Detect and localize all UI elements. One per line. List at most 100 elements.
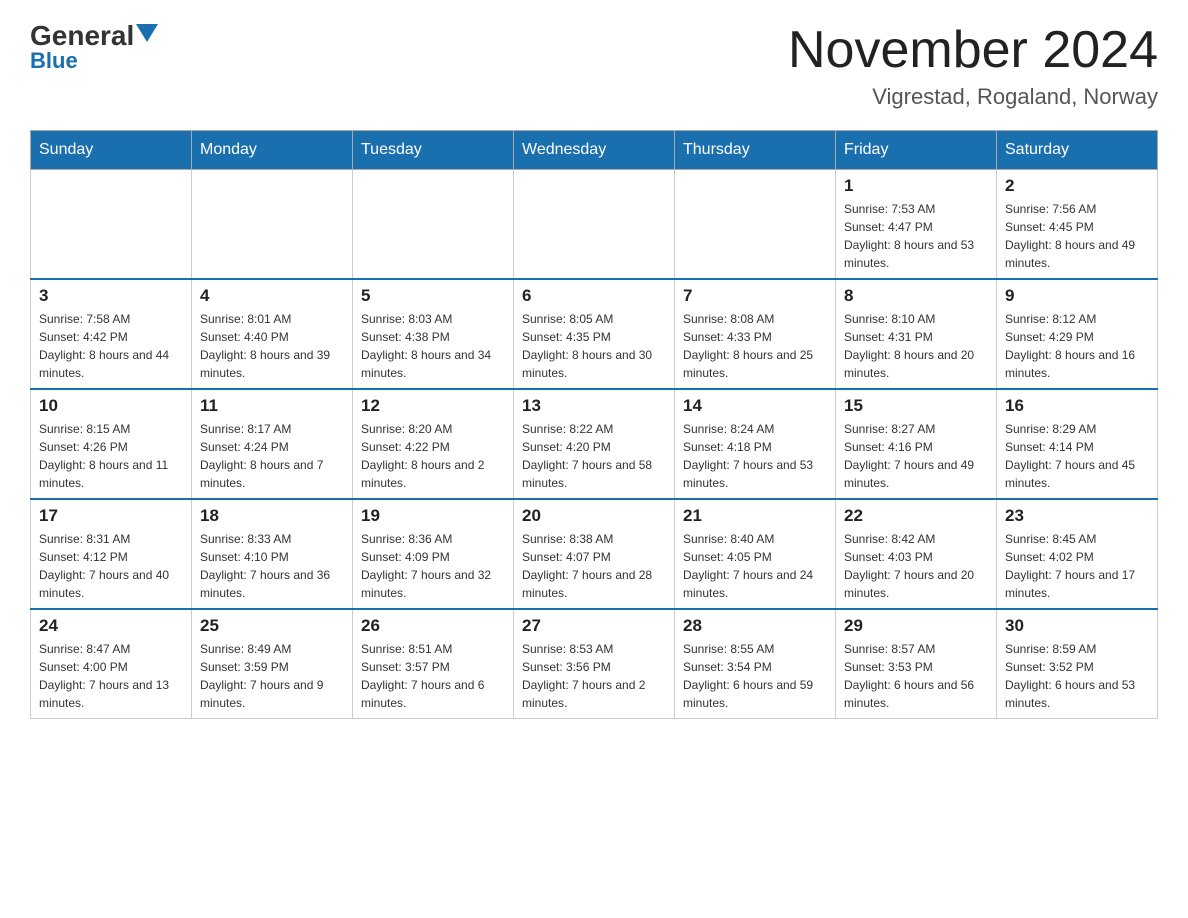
calendar-cell: 21 Sunrise: 8:40 AM Sunset: 4:05 PM Dayli… [675, 499, 836, 609]
day-info: Sunrise: 8:20 AM Sunset: 4:22 PM Dayligh… [361, 420, 505, 492]
day-info: Sunrise: 7:56 AM Sunset: 4:45 PM Dayligh… [1005, 200, 1149, 272]
day-info: Sunrise: 8:12 AM Sunset: 4:29 PM Dayligh… [1005, 310, 1149, 382]
calendar-cell: 1 Sunrise: 7:53 AM Sunset: 4:47 PM Daylig… [836, 170, 997, 280]
col-sunday: Sunday [31, 131, 192, 170]
day-info: Sunrise: 8:17 AM Sunset: 4:24 PM Dayligh… [200, 420, 344, 492]
day-info: Sunrise: 8:15 AM Sunset: 4:26 PM Dayligh… [39, 420, 183, 492]
logo-text-blue: Blue [30, 48, 78, 74]
calendar-title: November 2024 [788, 20, 1158, 80]
calendar-cell: 18Sunrise: 8:33 AM Sunset: 4:10 PM Dayli… [192, 499, 353, 609]
calendar-cell: 6Sunrise: 8:05 AM Sunset: 4:35 PM Daylig… [514, 279, 675, 389]
calendar-cell: 22 Sunrise: 8:42 AM Sunset: 4:03 PM Dayli… [836, 499, 997, 609]
day-number: 5 [361, 286, 505, 306]
calendar-subtitle: Vigrestad, Rogaland, Norway [788, 84, 1158, 110]
day-info: Sunrise: 8:29 AM Sunset: 4:14 PM Dayligh… [1005, 420, 1149, 492]
day-number: 23 [1005, 506, 1149, 526]
calendar-cell: 20 Sunrise: 8:38 AM Sunset: 4:07 PM Dayli… [514, 499, 675, 609]
calendar-cell: 29 Sunrise: 8:57 AM Sunset: 3:53 PM Dayli… [836, 609, 997, 719]
calendar-cell: 25 Sunrise: 8:49 AM Sunset: 3:59 PM Dayli… [192, 609, 353, 719]
day-number: 4 [200, 286, 344, 306]
day-number: 19 [361, 506, 505, 526]
calendar-cell: 13Sunrise: 8:22 AM Sunset: 4:20 PM Dayli… [514, 389, 675, 499]
page-header: General Blue November 2024 Vigrestad, Ro… [30, 20, 1158, 110]
day-number: 13 [522, 396, 666, 416]
day-number: 29 [844, 616, 988, 636]
calendar-cell: 16 Sunrise: 8:29 AM Sunset: 4:14 PM Dayli… [997, 389, 1158, 499]
day-number: 9 [1005, 286, 1149, 306]
day-info: Sunrise: 8:36 AM Sunset: 4:09 PM Dayligh… [361, 530, 505, 602]
calendar-cell: 7Sunrise: 8:08 AM Sunset: 4:33 PM Daylig… [675, 279, 836, 389]
day-number: 10 [39, 396, 183, 416]
calendar-cell: 3 Sunrise: 7:58 AM Sunset: 4:42 PM Daylig… [31, 279, 192, 389]
day-info: Sunrise: 8:47 AM Sunset: 4:00 PM Dayligh… [39, 640, 183, 712]
calendar-cell: 8 Sunrise: 8:10 AM Sunset: 4:31 PM Daylig… [836, 279, 997, 389]
day-number: 21 [683, 506, 827, 526]
day-info: Sunrise: 8:24 AM Sunset: 4:18 PM Dayligh… [683, 420, 827, 492]
col-saturday: Saturday [997, 131, 1158, 170]
day-number: 14 [683, 396, 827, 416]
day-info: Sunrise: 8:08 AM Sunset: 4:33 PM Dayligh… [683, 310, 827, 382]
col-wednesday: Wednesday [514, 131, 675, 170]
col-tuesday: Tuesday [353, 131, 514, 170]
day-number: 16 [1005, 396, 1149, 416]
day-info: Sunrise: 7:58 AM Sunset: 4:42 PM Dayligh… [39, 310, 183, 382]
day-number: 12 [361, 396, 505, 416]
day-info: Sunrise: 8:03 AM Sunset: 4:38 PM Dayligh… [361, 310, 505, 382]
calendar-cell: 12 Sunrise: 8:20 AM Sunset: 4:22 PM Dayli… [353, 389, 514, 499]
logo-triangle-icon [136, 24, 158, 46]
col-friday: Friday [836, 131, 997, 170]
day-number: 20 [522, 506, 666, 526]
calendar-cell: 30 Sunrise: 8:59 AM Sunset: 3:52 PM Dayli… [997, 609, 1158, 719]
col-monday: Monday [192, 131, 353, 170]
calendar-cell: 15 Sunrise: 8:27 AM Sunset: 4:16 PM Dayli… [836, 389, 997, 499]
day-number: 28 [683, 616, 827, 636]
calendar-week-2: 3 Sunrise: 7:58 AM Sunset: 4:42 PM Daylig… [31, 279, 1158, 389]
calendar-cell: 27 Sunrise: 8:53 AM Sunset: 3:56 PM Dayli… [514, 609, 675, 719]
day-info: Sunrise: 8:38 AM Sunset: 4:07 PM Dayligh… [522, 530, 666, 602]
day-number: 17 [39, 506, 183, 526]
calendar-cell: 4Sunrise: 8:01 AM Sunset: 4:40 PM Daylig… [192, 279, 353, 389]
calendar-cell: 5 Sunrise: 8:03 AM Sunset: 4:38 PM Daylig… [353, 279, 514, 389]
calendar-cell [31, 170, 192, 280]
day-info: Sunrise: 8:53 AM Sunset: 3:56 PM Dayligh… [522, 640, 666, 712]
header-row: Sunday Monday Tuesday Wednesday Thursday… [31, 131, 1158, 170]
calendar-cell [353, 170, 514, 280]
day-number: 26 [361, 616, 505, 636]
day-number: 11 [200, 396, 344, 416]
calendar-cell [514, 170, 675, 280]
day-info: Sunrise: 8:40 AM Sunset: 4:05 PM Dayligh… [683, 530, 827, 602]
day-info: Sunrise: 7:53 AM Sunset: 4:47 PM Dayligh… [844, 200, 988, 272]
col-thursday: Thursday [675, 131, 836, 170]
logo: General Blue [30, 20, 158, 74]
day-info: Sunrise: 8:49 AM Sunset: 3:59 PM Dayligh… [200, 640, 344, 712]
day-number: 27 [522, 616, 666, 636]
calendar-cell: 17Sunrise: 8:31 AM Sunset: 4:12 PM Dayli… [31, 499, 192, 609]
day-number: 25 [200, 616, 344, 636]
day-number: 22 [844, 506, 988, 526]
day-info: Sunrise: 8:10 AM Sunset: 4:31 PM Dayligh… [844, 310, 988, 382]
day-info: Sunrise: 8:59 AM Sunset: 3:52 PM Dayligh… [1005, 640, 1149, 712]
calendar-week-4: 17Sunrise: 8:31 AM Sunset: 4:12 PM Dayli… [31, 499, 1158, 609]
calendar-cell: 14 Sunrise: 8:24 AM Sunset: 4:18 PM Dayli… [675, 389, 836, 499]
calendar-cell: 24 Sunrise: 8:47 AM Sunset: 4:00 PM Dayli… [31, 609, 192, 719]
calendar-cell [192, 170, 353, 280]
calendar-cell: 23Sunrise: 8:45 AM Sunset: 4:02 PM Dayli… [997, 499, 1158, 609]
calendar-cell: 11 Sunrise: 8:17 AM Sunset: 4:24 PM Dayli… [192, 389, 353, 499]
day-info: Sunrise: 8:57 AM Sunset: 3:53 PM Dayligh… [844, 640, 988, 712]
day-number: 1 [844, 176, 988, 196]
day-number: 15 [844, 396, 988, 416]
day-number: 8 [844, 286, 988, 306]
calendar-table: Sunday Monday Tuesday Wednesday Thursday… [30, 130, 1158, 719]
calendar-cell: 28 Sunrise: 8:55 AM Sunset: 3:54 PM Dayli… [675, 609, 836, 719]
day-info: Sunrise: 8:42 AM Sunset: 4:03 PM Dayligh… [844, 530, 988, 602]
day-number: 3 [39, 286, 183, 306]
day-number: 30 [1005, 616, 1149, 636]
calendar-cell: 26Sunrise: 8:51 AM Sunset: 3:57 PM Dayli… [353, 609, 514, 719]
title-area: November 2024 Vigrestad, Rogaland, Norwa… [788, 20, 1158, 110]
day-info: Sunrise: 8:55 AM Sunset: 3:54 PM Dayligh… [683, 640, 827, 712]
day-info: Sunrise: 8:05 AM Sunset: 4:35 PM Dayligh… [522, 310, 666, 382]
day-info: Sunrise: 8:27 AM Sunset: 4:16 PM Dayligh… [844, 420, 988, 492]
day-number: 24 [39, 616, 183, 636]
day-number: 2 [1005, 176, 1149, 196]
calendar-week-5: 24 Sunrise: 8:47 AM Sunset: 4:00 PM Dayli… [31, 609, 1158, 719]
